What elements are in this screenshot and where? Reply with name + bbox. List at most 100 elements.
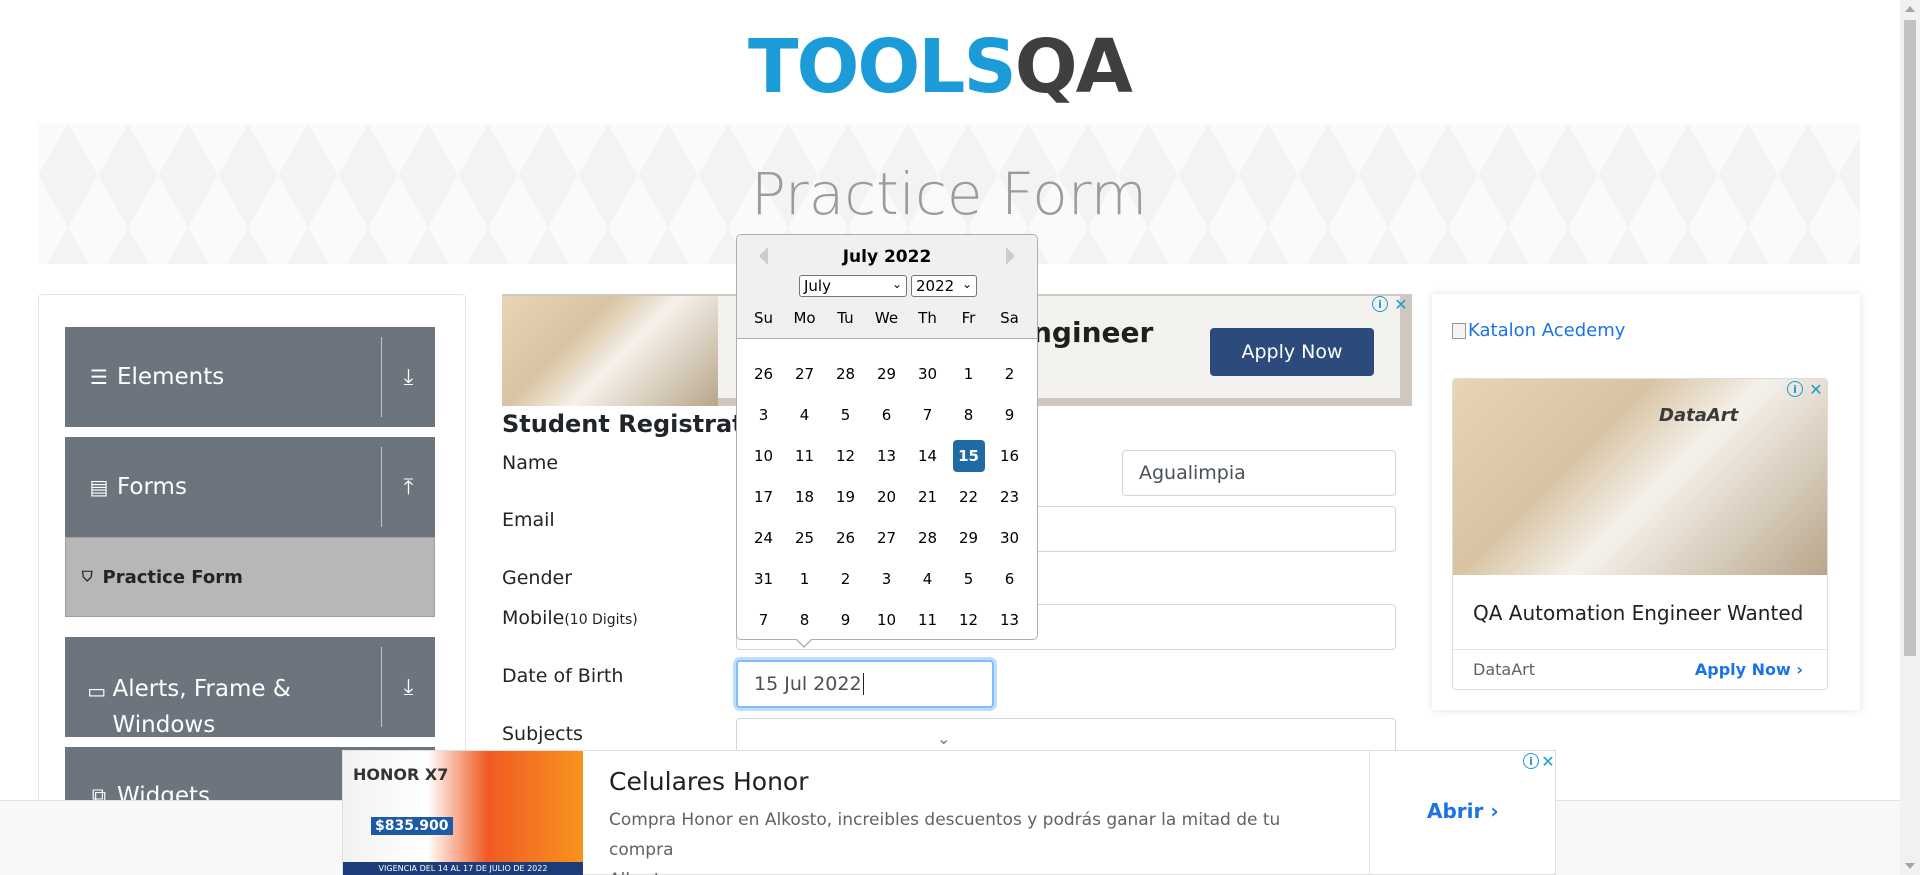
datepicker-day[interactable]: 2	[825, 558, 866, 599]
datepicker-day[interactable]: 28	[907, 517, 948, 558]
page-scrollbar[interactable]	[1900, 0, 1920, 875]
ad-bottom-title[interactable]: Celulares Honor	[609, 767, 809, 796]
datepicker-day[interactable]: 1	[784, 558, 825, 599]
html5-icon: ⛉	[82, 569, 93, 585]
katalon-link[interactable]: Katalon Acedemy	[1452, 320, 1625, 341]
last-name-input[interactable]: Agualimpia	[1122, 450, 1396, 496]
datepicker-day[interactable]: 12	[948, 599, 989, 640]
window-icon: ▭	[87, 679, 107, 703]
datepicker-day[interactable]: 22	[948, 476, 989, 517]
datepicker-day[interactable]: 26	[825, 517, 866, 558]
ad-card-title[interactable]: QA Automation Engineer Wanted	[1473, 601, 1803, 625]
datepicker-day[interactable]: 6	[989, 558, 1030, 599]
ad-open-button[interactable]: Abrir ›	[1427, 799, 1499, 823]
sidebar-group-label: Forms	[117, 474, 187, 500]
datepicker-day[interactable]: 10	[743, 435, 784, 476]
datepicker-day[interactable]: 29	[948, 517, 989, 558]
sidebar-item-practice-form[interactable]: ⛉ Practice Form	[65, 537, 435, 617]
datepicker-day[interactable]: 26	[743, 353, 784, 394]
scroll-down-arrow-icon[interactable]	[1905, 863, 1915, 869]
datepicker-day[interactable]: 13	[989, 599, 1030, 640]
datepicker-day[interactable]: 7	[907, 394, 948, 435]
datepicker-day-number: 4	[922, 569, 933, 588]
ad-card[interactable]: DataArt i ✕ QA Automation Engineer Wante…	[1452, 378, 1828, 690]
datepicker-day[interactable]: 3	[743, 394, 784, 435]
close-icon[interactable]: ✕	[1392, 295, 1410, 314]
datepicker-week-row: 10 11 12 13 14 15 16	[743, 435, 1031, 476]
datepicker-day[interactable]: 5	[948, 558, 989, 599]
datepicker-day[interactable]: 11	[784, 435, 825, 476]
datepicker-day[interactable]: 17	[743, 476, 784, 517]
datepicker-day[interactable]: 7	[743, 599, 784, 640]
ad-banner-bottom[interactable]: HONOR X7 $835.900 VIGENCIA DEL 14 AL 17 …	[342, 750, 1556, 875]
datepicker-day[interactable]: 6	[866, 394, 907, 435]
page: TOOLSQA Practice Form ☰ Elements ⤓ ▤ For…	[0, 0, 1920, 875]
datepicker-day[interactable]: 12	[825, 435, 866, 476]
datepicker-day[interactable]: 13	[866, 435, 907, 476]
datepicker-day[interactable]: 9	[825, 599, 866, 640]
ad-photo-brand: DataArt	[1659, 405, 1739, 426]
datepicker-day-number: 22	[958, 487, 979, 506]
mobile-hint: (10 Digits)	[564, 612, 638, 628]
scroll-up-arrow-icon[interactable]	[1905, 6, 1915, 12]
datepicker-day[interactable]: 30	[989, 517, 1030, 558]
datepicker-day[interactable]: 3	[866, 558, 907, 599]
datepicker-day[interactable]: 29	[866, 353, 907, 394]
datepicker-day[interactable]: 5	[825, 394, 866, 435]
datepicker-day[interactable]: 1	[948, 353, 989, 394]
ad-bottom-desc-text: Compra Honor en Alkosto, increibles desc…	[609, 810, 1281, 860]
year-select[interactable]: 2022 ⌄	[911, 275, 977, 297]
datepicker-month-title: July 2022	[842, 247, 932, 267]
datepicker-day[interactable]: 28	[825, 353, 866, 394]
scrollbar-thumb[interactable]	[1904, 20, 1916, 656]
download-icon[interactable]: ⤓	[381, 647, 435, 727]
close-icon[interactable]: ✕	[1807, 380, 1825, 399]
datepicker-day[interactable]: 20	[866, 476, 907, 517]
datepicker-day-number: 4	[799, 405, 810, 424]
month-select[interactable]: July ⌄	[799, 275, 907, 297]
datepicker-day[interactable]: 30	[907, 353, 948, 394]
sidebar-group-forms[interactable]: ▤ Forms ⤒	[65, 437, 435, 537]
weekday-header: Su Mo Tu We Th Fr Sa	[743, 309, 1031, 327]
datepicker-day[interactable]: 4	[907, 558, 948, 599]
toolsqa-logo[interactable]: TOOLSQA	[748, 18, 1152, 114]
dob-input[interactable]: 15 Jul 2022	[736, 660, 994, 708]
datepicker-day[interactable]: 27	[784, 353, 825, 394]
download-icon[interactable]: ⤓	[381, 337, 435, 417]
datepicker-day[interactable]: 8	[784, 599, 825, 640]
datepicker-day-selected[interactable]: 15	[948, 435, 989, 476]
datepicker-day[interactable]: 19	[825, 476, 866, 517]
datepicker-day[interactable]: 4	[784, 394, 825, 435]
upload-icon[interactable]: ⤒	[381, 447, 435, 527]
ad-card-cta[interactable]: Apply Now ›	[1695, 660, 1803, 679]
datepicker-day-number: 13	[876, 446, 897, 465]
datepicker-day[interactable]: 16	[989, 435, 1030, 476]
datepicker-day-number: 10	[876, 610, 897, 629]
datepicker-day[interactable]: 25	[784, 517, 825, 558]
datepicker-day[interactable]: 21	[907, 476, 948, 517]
adchoices-icon[interactable]: i	[1787, 381, 1803, 397]
hamburger-icon: ☰	[90, 365, 108, 389]
datepicker-day[interactable]: 11	[907, 599, 948, 640]
datepicker-day-number: 1	[963, 364, 974, 383]
close-icon[interactable]: ✕	[1539, 752, 1557, 771]
adchoices-icon[interactable]: i	[1523, 753, 1539, 769]
sidebar-group-alerts[interactable]: ▭ Alerts, Frame & Windows ⤓	[65, 637, 435, 738]
datepicker-day[interactable]: 31	[743, 558, 784, 599]
datepicker-header: July 2022 July ⌄ 2022 ⌄ Su Mo Tu We Th F…	[737, 235, 1037, 339]
ad-apply-button[interactable]: Apply Now	[1210, 328, 1374, 376]
datepicker-day[interactable]: 23	[989, 476, 1030, 517]
datepicker-day[interactable]: 10	[866, 599, 907, 640]
datepicker-day[interactable]: 14	[907, 435, 948, 476]
datepicker-day[interactable]: 8	[948, 394, 989, 435]
next-month-icon[interactable]	[1006, 247, 1015, 265]
adchoices-icon[interactable]: i	[1372, 296, 1388, 312]
datepicker-day[interactable]: 18	[784, 476, 825, 517]
datepicker-day[interactable]: 24	[743, 517, 784, 558]
datepicker-day[interactable]: 27	[866, 517, 907, 558]
datepicker-day[interactable]: 2	[989, 353, 1030, 394]
sidebar-group-elements[interactable]: ☰ Elements ⤓	[65, 327, 435, 427]
datepicker-week-row: 31 1 2 3 4 5 6	[743, 558, 1031, 599]
datepicker-day[interactable]: 9	[989, 394, 1030, 435]
datepicker-day-number: 5	[840, 405, 851, 424]
